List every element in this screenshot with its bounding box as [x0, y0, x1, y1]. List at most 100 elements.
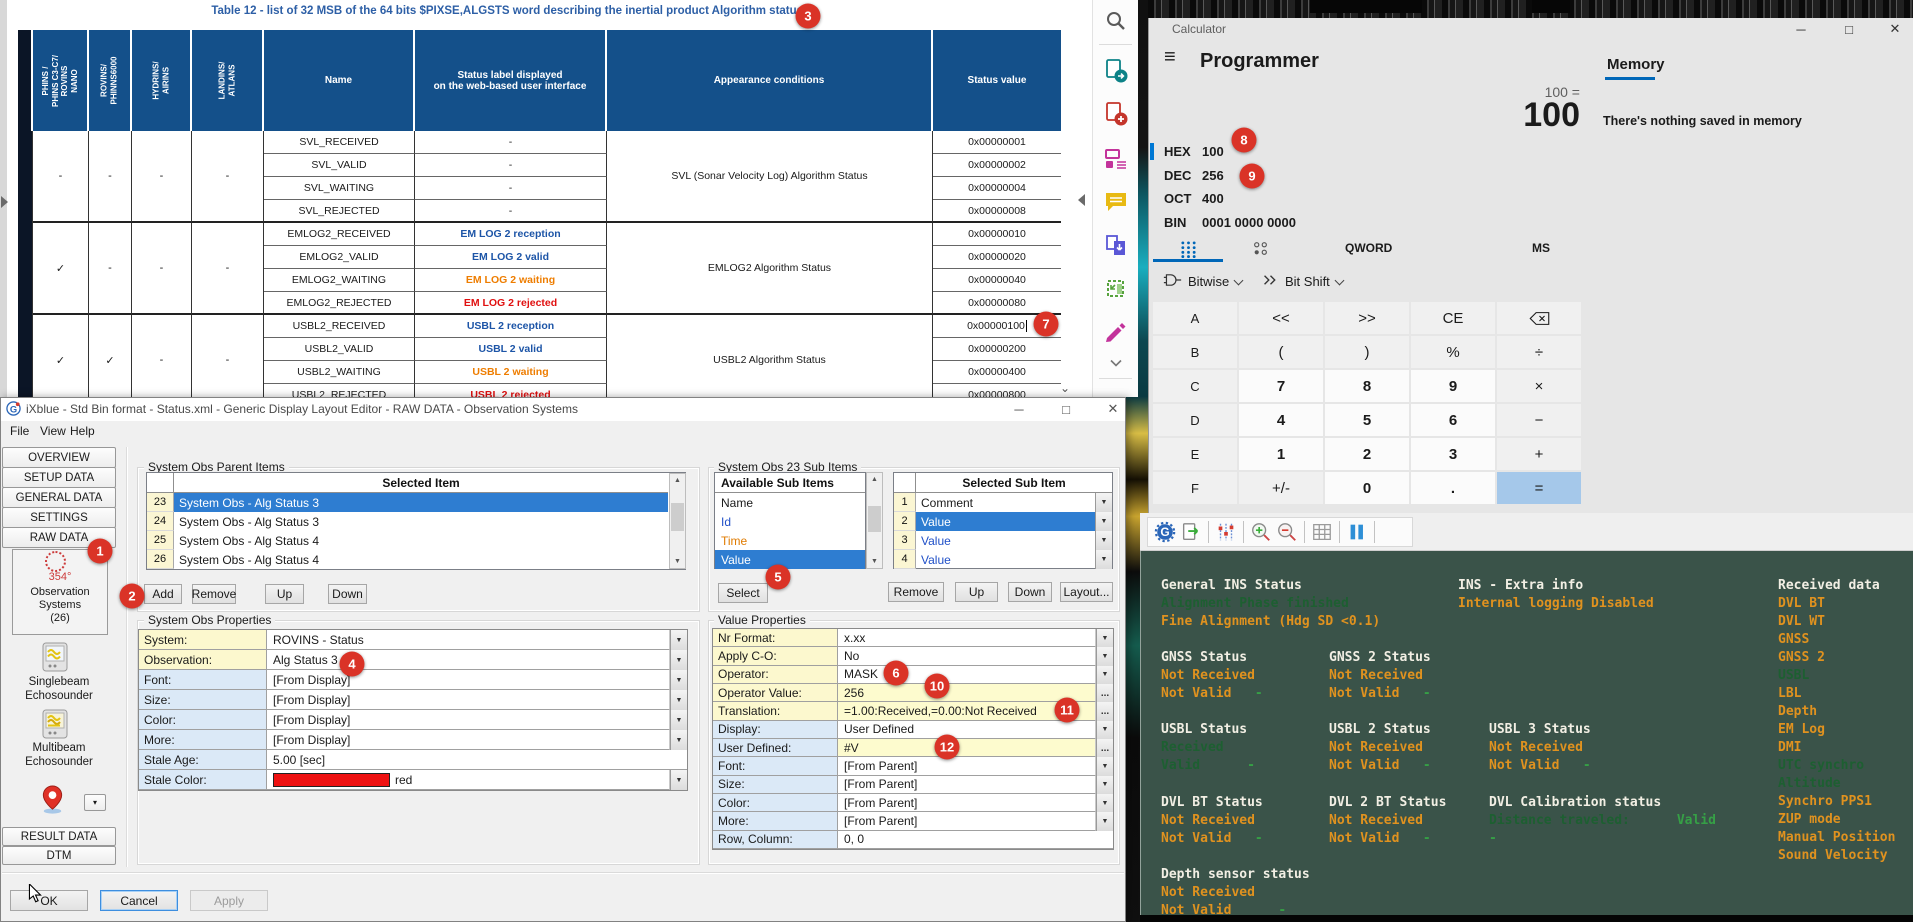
ellipsis-button[interactable]: ... [1096, 739, 1113, 757]
combo-arrow-button[interactable]: ▼ [1095, 550, 1112, 569]
scrollbar-thumb[interactable] [868, 506, 881, 532]
combine-files-icon[interactable] [1103, 233, 1129, 259]
combo-arrow-button[interactable]: ▼ [1096, 776, 1113, 794]
value-property-value[interactable]: 256 [838, 684, 1096, 702]
menu-item-file[interactable]: File [10, 424, 29, 438]
calculator-maximize-button[interactable]: □ [1838, 20, 1860, 38]
menu-item-help[interactable]: Help [70, 424, 95, 438]
signal-filters-icon[interactable] [1213, 520, 1239, 544]
parent-list-row[interactable]: System Obs - Alg Status 4 [174, 531, 668, 550]
hamburger-menu-icon[interactable]: ≡ [1164, 46, 1176, 69]
obs-property-value[interactable]: Alg Status 3 [267, 650, 670, 670]
calc-key-0[interactable]: 0 [1325, 472, 1409, 504]
sidebar-tab-general-data[interactable]: GENERAL DATA [2, 487, 116, 508]
combo-arrow-button[interactable]: ▼ [1096, 666, 1113, 684]
calc-key-×[interactable]: × [1497, 370, 1581, 402]
pin-dropdown-button[interactable]: ▾ [84, 794, 106, 811]
combo-arrow-button[interactable]: ▼ [670, 770, 687, 790]
scrollbar-thumb[interactable] [671, 503, 684, 531]
singlebeam-echosounder-icon[interactable] [42, 642, 68, 672]
obs-property-value[interactable]: [From Display] [267, 690, 670, 710]
combo-arrow-button[interactable]: ▼ [1095, 531, 1112, 550]
radix-row-dec[interactable]: DEC256 [1150, 165, 1580, 187]
obs-property-value[interactable]: ROVINS - Status [267, 630, 670, 650]
up-sub-button[interactable]: Up [955, 582, 998, 602]
calc-key-7[interactable]: 7 [1239, 370, 1323, 402]
more-tools-icon[interactable] [1103, 350, 1129, 376]
obs-property-value[interactable]: [From Display] [267, 730, 670, 750]
ellipsis-button[interactable]: ... [1096, 702, 1113, 720]
up-parent-button[interactable]: Up [265, 584, 304, 604]
combo-arrow-button[interactable]: ▼ [1096, 757, 1113, 775]
export-pdf-icon[interactable] [1103, 58, 1129, 84]
map-pin-icon[interactable] [39, 785, 66, 814]
dialog-maximize-button[interactable]: □ [1055, 400, 1077, 418]
obs-property-value[interactable]: 5.00 [sec] [267, 750, 687, 770]
calc-key-B[interactable]: B [1153, 336, 1237, 368]
multibeam-echosounder-icon[interactable] [42, 709, 68, 739]
value-property-value[interactable]: MASK [838, 666, 1096, 684]
available-sub-item-row[interactable]: Value [715, 550, 865, 569]
combo-arrow-button[interactable]: ▼ [670, 650, 687, 670]
organize-pages-icon[interactable] [1103, 146, 1129, 172]
remove-sub-button[interactable]: Remove [888, 582, 944, 602]
selected-sub-item-row[interactable]: Value [916, 512, 1095, 531]
calc-key-<<[interactable]: << [1239, 302, 1323, 334]
crop-pages-icon[interactable] [1103, 276, 1129, 302]
calc-key-A[interactable]: A [1153, 302, 1237, 334]
calculator-minimize-button[interactable]: ─ [1790, 20, 1812, 38]
calc-key-)[interactable]: ) [1325, 336, 1409, 368]
scrollbar-down-arrow[interactable]: ▼ [866, 554, 883, 569]
value-property-value[interactable]: No [838, 647, 1096, 665]
cancel-button[interactable]: Cancel [100, 890, 178, 911]
pause-icon[interactable] [1344, 520, 1370, 544]
dialog-close-button[interactable]: ✕ [1102, 400, 1124, 418]
available-sub-item-row[interactable]: Time [715, 531, 865, 550]
ok-button[interactable]: OK [10, 890, 88, 911]
select-button[interactable]: Select [718, 583, 768, 603]
calc-key-÷[interactable]: ÷ [1497, 336, 1581, 368]
value-property-value[interactable]: [From Parent] [838, 794, 1096, 812]
calc-key-CE[interactable]: CE [1411, 302, 1495, 334]
menu-item-view[interactable]: View [40, 424, 66, 438]
bitwise-menu-button[interactable]: Bitwise [1163, 273, 1242, 290]
memory-tab[interactable]: Memory [1607, 56, 1665, 73]
calc-key-([interactable]: ( [1239, 336, 1323, 368]
combo-arrow-button[interactable]: ▼ [670, 630, 687, 650]
dialog-minimize-button[interactable]: ─ [1008, 400, 1030, 418]
create-pdf-icon[interactable] [1103, 101, 1129, 127]
value-property-value[interactable]: [From Parent] [838, 776, 1096, 794]
calc-key-4[interactable]: 4 [1239, 404, 1323, 436]
memory-store-button[interactable]: MS [1532, 241, 1550, 255]
value-property-value[interactable]: 0, 0 [838, 831, 1113, 849]
calculator-close-button[interactable]: ✕ [1884, 20, 1906, 38]
layout-grid-icon[interactable] [1309, 520, 1335, 544]
zoom-out-icon[interactable] [1274, 520, 1300, 544]
bit-toggle-keypad-icon[interactable] [1252, 240, 1269, 262]
down-sub-button[interactable]: Down [1008, 582, 1052, 602]
scrollbar-up-arrow[interactable]: ▲ [866, 472, 883, 487]
calc-key-5[interactable]: 5 [1325, 404, 1409, 436]
scrollbar-down-arrow[interactable]: ▼ [669, 554, 686, 569]
combo-arrow-button[interactable]: ▼ [1095, 493, 1112, 512]
add-parent-button[interactable]: Add [144, 584, 182, 604]
calc-key-3[interactable]: 3 [1411, 438, 1495, 470]
scrollbar-up-arrow[interactable]: ▲ [669, 473, 686, 488]
selected-sub-item-row[interactable]: Comment [916, 493, 1095, 512]
calc-key-8[interactable]: 8 [1325, 370, 1409, 402]
calc-key-D[interactable]: D [1153, 404, 1237, 436]
available-sub-item-row[interactable]: Id [715, 512, 865, 531]
calc-key-6[interactable]: 6 [1411, 404, 1495, 436]
value-property-value[interactable]: #V [838, 739, 1096, 757]
combo-arrow-button[interactable]: ▼ [670, 690, 687, 710]
combo-arrow-button[interactable]: ▼ [1095, 512, 1112, 531]
combo-arrow-button[interactable]: ▼ [1096, 794, 1113, 812]
fill-sign-icon[interactable] [1103, 319, 1129, 345]
calc-key-−[interactable]: − [1497, 404, 1581, 436]
obs-property-value[interactable]: [From Display] [267, 710, 670, 730]
calc-key-F[interactable]: F [1153, 472, 1237, 504]
calc-key-9[interactable]: 9 [1411, 370, 1495, 402]
zoom-in-icon[interactable] [1248, 520, 1274, 544]
sidebar-tab-result-data[interactable]: RESULT DATA [2, 827, 116, 846]
calc-key-1[interactable]: 1 [1239, 438, 1323, 470]
